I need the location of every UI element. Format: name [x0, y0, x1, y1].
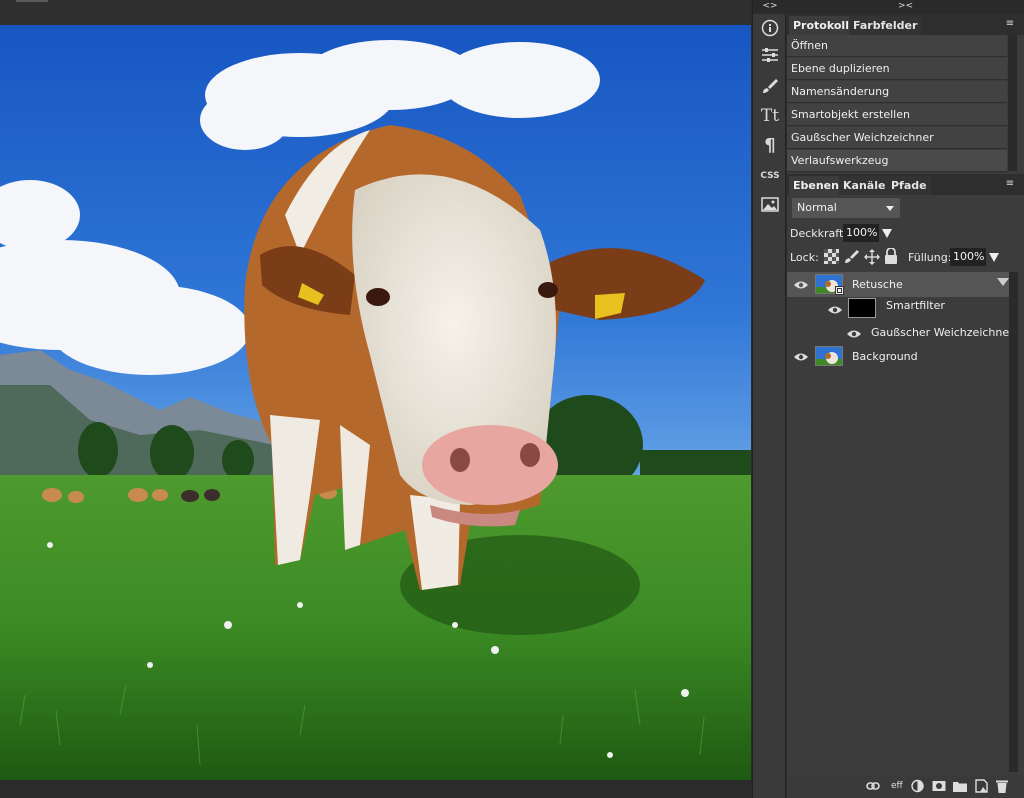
history-item-current[interactable]: Verlaufswerkzeug — [787, 150, 1007, 172]
layer-name: Gaußscher Weichzeichner — [871, 326, 1009, 339]
history-item[interactable]: Namensänderung — [787, 81, 1007, 103]
tab-kanaele[interactable]: Kanäle — [839, 176, 890, 195]
layer-thumbnail — [815, 346, 843, 366]
mask-icon[interactable] — [932, 779, 946, 793]
lock-transparency-icon[interactable] — [824, 249, 840, 265]
right-panel-column: >< Protokoll Farbfelder ≡ Öffnen Ebene d… — [787, 0, 1024, 798]
layer-name: Background — [852, 350, 918, 363]
new-layer-icon[interactable] — [975, 779, 988, 793]
chevron-down-icon — [886, 206, 894, 211]
history-item[interactable]: Öffnen — [787, 35, 1007, 57]
smartfilter-mask-thumbnail — [848, 298, 876, 318]
blend-mode-select[interactable]: Normal — [792, 198, 900, 218]
layer-row-gaussian-blur[interactable]: Gaußscher Weichzeichner — [787, 320, 1009, 345]
history-item[interactable]: Gaußscher Weichzeichner — [787, 127, 1007, 149]
adjustment-layer-icon[interactable] — [911, 779, 924, 793]
effects-icon[interactable]: eff — [891, 779, 903, 793]
folder-icon[interactable] — [953, 779, 967, 793]
layer-name: Retusche — [852, 278, 903, 291]
brush-icon[interactable] — [758, 74, 782, 98]
eye-icon[interactable] — [794, 280, 808, 290]
eye-icon[interactable] — [794, 352, 808, 362]
adjustments-icon[interactable] — [758, 43, 782, 67]
tab-pfade[interactable]: Pfade — [887, 176, 931, 195]
lock-pixels-brush-icon[interactable] — [844, 249, 860, 265]
tab-protokoll[interactable]: Protokoll — [789, 16, 853, 35]
fill-label: Füllung: — [908, 251, 952, 264]
type-icon[interactable]: Tt — [758, 104, 782, 128]
layer-row-smartfilter[interactable]: Smartfilter — [787, 296, 1009, 321]
layer-expand-chevron-icon[interactable] — [997, 278, 1009, 286]
panel-collapse-button[interactable]: >< — [787, 0, 1024, 14]
layers-panel-menu-icon[interactable]: ≡ — [1004, 176, 1016, 192]
layer-row-retusche[interactable]: Retusche — [787, 272, 1009, 297]
canvas-status-strip — [0, 780, 751, 798]
history-item[interactable]: Smartobjekt erstellen — [787, 104, 1007, 126]
opacity-dropdown-icon[interactable] — [882, 229, 892, 238]
canvas-area — [0, 0, 751, 798]
opacity-input[interactable]: 100% — [843, 224, 879, 242]
tab-farbfelder[interactable]: Farbfelder — [849, 16, 922, 35]
tab-ebenen[interactable]: Ebenen — [789, 176, 843, 195]
lock-position-move-icon[interactable] — [864, 249, 880, 265]
document-tab-strip — [0, 0, 751, 25]
tool-column-collapse-button[interactable]: <> — [753, 0, 787, 14]
tool-column: <> Tt ¶ CSS — [752, 0, 787, 798]
document-tab[interactable] — [16, 0, 48, 2]
fill-dropdown-icon[interactable] — [989, 253, 999, 262]
fill-input[interactable]: 100% — [950, 248, 986, 266]
history-item[interactable]: Ebene duplizieren — [787, 58, 1007, 80]
history-panel-tabs: Protokoll Farbfelder ≡ — [787, 14, 1024, 35]
css-icon[interactable]: CSS — [758, 164, 782, 188]
layers-scrollbar[interactable] — [1009, 272, 1018, 772]
opacity-label: Deckkraft: — [790, 227, 847, 240]
history-panel-menu-icon[interactable]: ≡ — [1004, 16, 1016, 32]
eye-icon[interactable] — [828, 305, 842, 315]
smart-object-badge-icon — [835, 286, 844, 295]
paragraph-icon[interactable]: ¶ — [758, 133, 782, 157]
image-icon[interactable] — [758, 192, 782, 216]
info-icon[interactable] — [758, 16, 782, 40]
link-icon[interactable] — [866, 779, 880, 793]
cow-photo — [0, 25, 751, 780]
layer-name: Smartfilter — [886, 299, 945, 312]
layers-panel-tabs: Ebenen Kanäle Pfade ≡ — [787, 174, 1024, 195]
lock-label: Lock: — [790, 251, 819, 264]
trash-icon[interactable] — [996, 779, 1008, 793]
lock-all-icon[interactable] — [884, 247, 900, 264]
eye-icon[interactable] — [847, 329, 861, 339]
blend-mode-value: Normal — [797, 201, 837, 214]
layer-row-background[interactable]: Background — [787, 344, 1009, 369]
document-canvas-image[interactable] — [0, 25, 751, 780]
history-scrollbar[interactable] — [1008, 35, 1017, 171]
layers-footer: eff — [787, 775, 1024, 798]
